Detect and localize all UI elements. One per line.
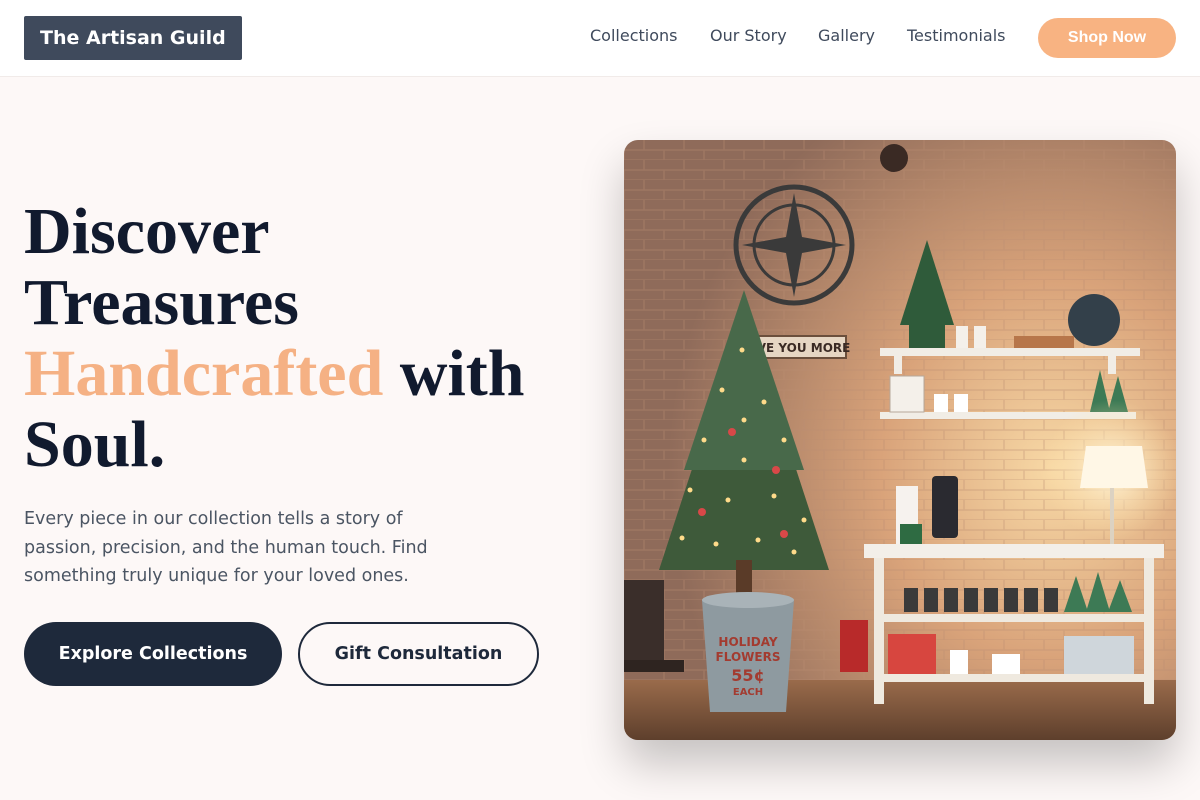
headline-accent-handcrafted: Handcrafted: [24, 337, 384, 410]
nav-link-gallery[interactable]: Gallery: [818, 26, 875, 45]
site-logo[interactable]: The Artisan Guild: [24, 16, 242, 60]
svg-text:55¢: 55¢: [731, 666, 764, 685]
hero-photo: LOVE YOU MORE HOLIDAY FLOWERS 55¢ EACH: [624, 140, 1176, 740]
headline-line-soul: Soul.: [24, 408, 166, 481]
headline-line-discover: Discover: [24, 195, 270, 268]
hero-description: Every piece in our collection tells a st…: [24, 509, 428, 586]
shop-now-button[interactable]: Shop Now: [1038, 18, 1176, 58]
headline-word-with: with: [399, 337, 525, 410]
upper-shelf: [880, 348, 1140, 356]
holiday-flowers-bucket: HOLIDAY FLOWERS 55¢ EACH: [702, 592, 794, 712]
nav-link-collections[interactable]: Collections: [590, 26, 677, 45]
svg-text:FLOWERS: FLOWERS: [716, 650, 781, 664]
wood-floor: [624, 680, 1176, 740]
nav-link-testimonials[interactable]: Testimonials: [907, 26, 1006, 45]
svg-text:HOLIDAY: HOLIDAY: [718, 635, 777, 649]
nav-link-our-story[interactable]: Our Story: [710, 26, 787, 45]
svg-text:EACH: EACH: [733, 687, 763, 698]
explore-collections-button[interactable]: Explore Collections: [24, 622, 282, 686]
compass-wall-decor: [733, 184, 855, 306]
gift-consultation-button[interactable]: Gift Consultation: [298, 622, 539, 686]
hero-headline: Discover Treasures Handcrafted with Soul…: [24, 196, 524, 480]
headline-line-treasures: Treasures: [24, 266, 299, 339]
site-header: The Artisan Guild Collections Our Story …: [0, 0, 1200, 77]
